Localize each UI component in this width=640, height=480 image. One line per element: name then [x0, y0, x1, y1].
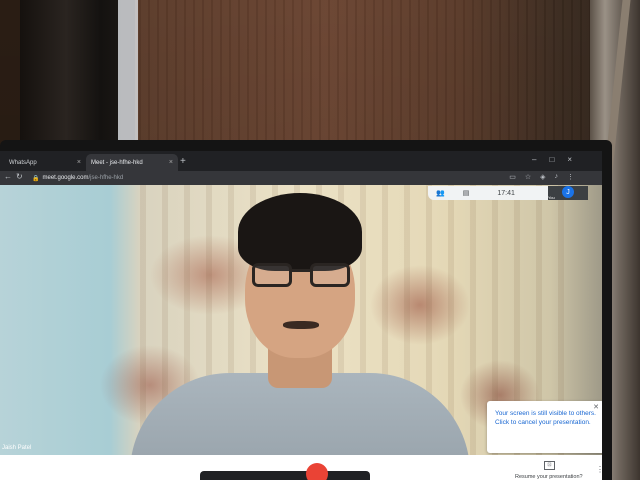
minimize-icon[interactable]: –: [532, 155, 536, 164]
star-icon[interactable]: ☆: [525, 173, 531, 181]
lock-icon: 🔒: [32, 175, 40, 182]
address-bar[interactable]: 🔒 meet.google.com /jse-hfhe-hkd: [28, 173, 452, 183]
left-lens: [252, 263, 292, 287]
tab-whatsapp[interactable]: WhatsApp ×: [4, 154, 86, 171]
tab-label: WhatsApp: [9, 159, 37, 166]
window-controls: – □ ×: [532, 155, 572, 164]
account-avatar[interactable]: J: [562, 186, 574, 198]
mouth: [283, 321, 319, 329]
close-icon[interactable]: ×: [169, 159, 173, 166]
tab-bar: WhatsApp × Meet - jse-hfhe-hkd × + – □ ×: [0, 151, 602, 171]
close-icon[interactable]: ✕: [593, 404, 599, 413]
meet-bottom-bar: ⊡ Resume your presentation? ⋮: [0, 455, 602, 480]
meet-top-bar: 👥 ▤ 17:41: [428, 186, 548, 200]
back-icon[interactable]: ←: [4, 172, 12, 181]
url-domain: meet.google.com: [42, 175, 89, 181]
menu-icon[interactable]: ⋮: [567, 173, 574, 181]
extensions-area: ▭ ☆ ◈ ♪ ⋮: [509, 173, 574, 181]
call-controls: [200, 471, 370, 480]
more-vert-icon[interactable]: ⋮: [596, 465, 602, 474]
end-call-button[interactable]: [306, 463, 328, 480]
window-light: [118, 0, 138, 140]
music-icon[interactable]: ♪: [555, 173, 559, 181]
meeting-clock: 17:41: [497, 189, 515, 197]
reload-icon[interactable]: ↻: [16, 172, 23, 181]
glasses: [252, 263, 350, 287]
presentation-notice[interactable]: ✕ Your screen is still visible to others…: [487, 401, 602, 453]
camera-icon[interactable]: ▭: [509, 173, 516, 181]
wooden-wall: [130, 0, 600, 140]
tab-meet[interactable]: Meet - jse-hfhe-hkd ×: [86, 154, 178, 171]
present-icon[interactable]: ⊡: [544, 461, 555, 470]
maximize-icon[interactable]: □: [549, 155, 554, 164]
url-path: /jse-hfhe-hkd: [88, 175, 124, 181]
people-icon[interactable]: 👥: [436, 189, 445, 197]
browser-toolbar: ← ↻ 🔒 meet.google.com /jse-hfhe-hkd ▭ ☆ …: [0, 171, 602, 185]
new-tab-button[interactable]: +: [180, 156, 186, 167]
participant-person: [130, 193, 470, 473]
right-lens: [310, 263, 350, 287]
close-window-icon[interactable]: ×: [567, 155, 572, 164]
participant-name: Jaish Patel: [2, 445, 32, 451]
hair: [238, 193, 362, 271]
self-view-label: You: [548, 195, 555, 200]
chat-icon[interactable]: ▤: [463, 189, 470, 197]
glasses-bridge: [292, 269, 310, 272]
extension-icon[interactable]: ◈: [540, 173, 545, 181]
notice-text: Your screen is still visible to others. …: [495, 410, 596, 426]
resume-presentation-button[interactable]: Resume your presentation?: [515, 474, 583, 480]
tab-label: Meet - jse-hfhe-hkd: [91, 159, 143, 166]
laptop-screen: WhatsApp × Meet - jse-hfhe-hkd × + – □ ×…: [0, 151, 602, 480]
close-icon[interactable]: ×: [77, 159, 81, 166]
